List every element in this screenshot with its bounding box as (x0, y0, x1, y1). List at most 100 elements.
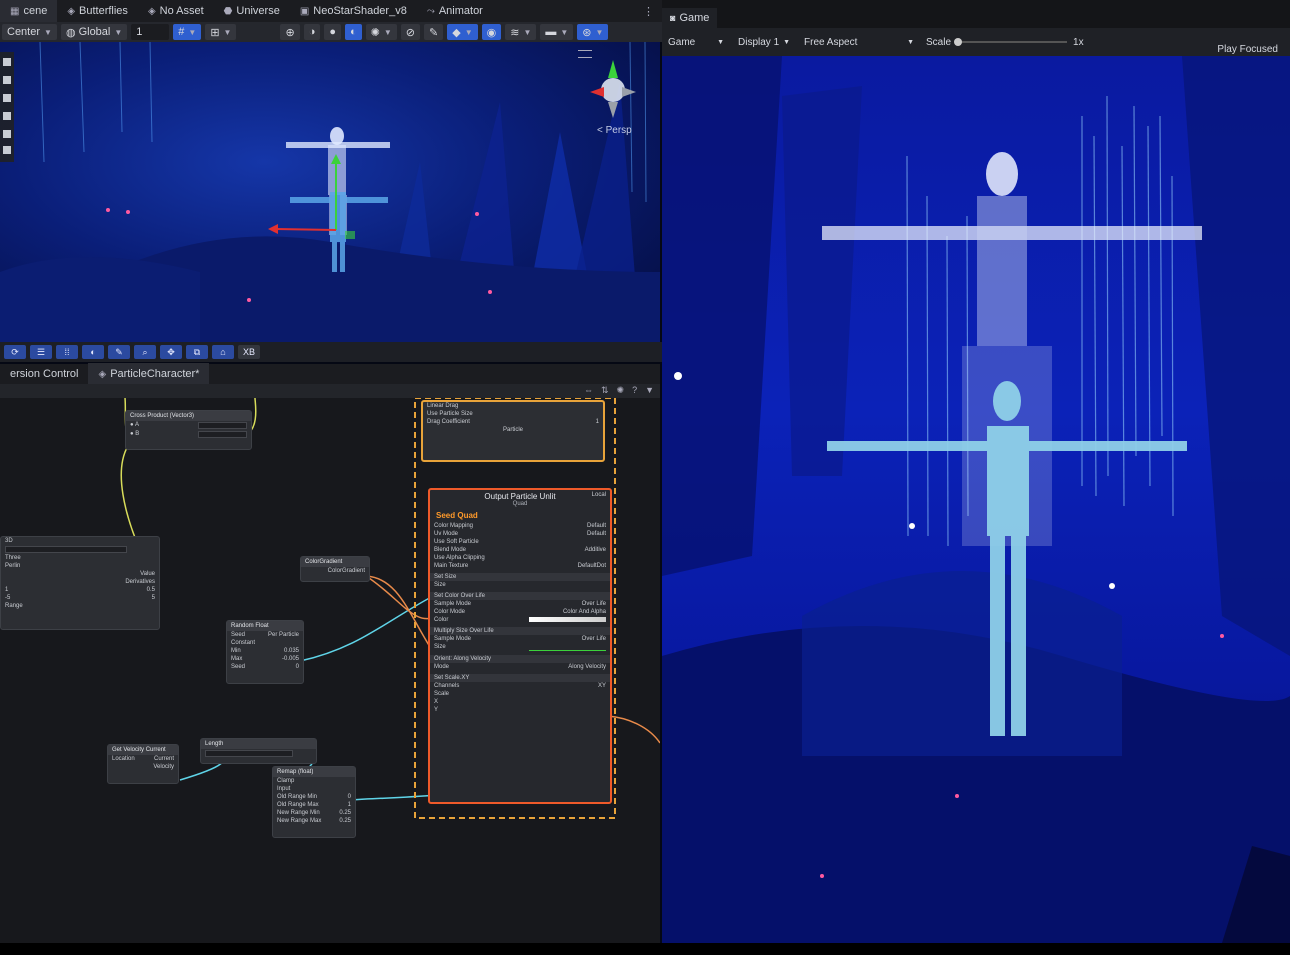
play-mode-dropdown[interactable]: Play Focused (1205, 44, 1290, 55)
color-gradient-node[interactable]: ColorGradient ColorGradient (300, 556, 370, 582)
home-icon[interactable]: ⌂ (212, 345, 234, 359)
pivot-label: Center (7, 26, 41, 38)
scene-toolbar: Center ▼ ◍ Global ▼ 1 # ▼ ⊞ ▼ ⊕ ◑ ● ◐ ✺ ▼ ⊘ ✎ … (0, 22, 662, 42)
scale-slider[interactable] (954, 38, 1068, 46)
port-out[interactable]: ColorGradient (328, 568, 365, 574)
game-view[interactable] (662, 56, 1290, 943)
scene-fx-button[interactable]: ◆ ▼ (447, 24, 478, 40)
graph-tab-bar: ersion Control ◈ ParticleCharacter* (0, 363, 660, 385)
tab-particle-character[interactable]: ◈ ParticleCharacter* (88, 363, 210, 385)
pivot-dropdown[interactable]: Center ▼ (2, 24, 57, 40)
move-icon[interactable]: ✥ (160, 345, 182, 359)
asset-icon: ⬣ (223, 5, 233, 17)
remap-node[interactable]: Remap (float) Clamp Input Old Range Min 0… (272, 766, 356, 838)
noise-node[interactable]: 3D Three Perlin Value Derivatives 1 0.5 -… (0, 536, 160, 630)
tab-version-control[interactable]: ersion Control (0, 363, 88, 385)
set-color-block[interactable]: Set Color Over Life (434, 593, 485, 599)
random-float-node[interactable]: Random Float Seed Per Particle Constant M… (226, 620, 304, 684)
settings-icon[interactable]: ✺ (617, 385, 625, 396)
camera-dropdown[interactable]: ▬ ▼ (540, 24, 574, 40)
sphere-icon[interactable]: ◐ (82, 345, 104, 359)
port-b[interactable]: ● B (130, 431, 139, 438)
space-dropdown[interactable]: ◍ Global ▼ (60, 24, 128, 40)
game-render (662, 56, 1290, 943)
unity-logo-icon: ◈ (147, 5, 156, 17)
chevron-down-icon: ▼ (523, 27, 532, 37)
wire-sphere-icon: ◑ (308, 26, 316, 38)
vector-field[interactable] (205, 750, 293, 757)
snap-increment-button[interactable]: ⊞ ▼ (205, 24, 237, 40)
visibility-button[interactable]: ◉ (481, 24, 502, 40)
tab-no-asset[interactable]: ◈ No Asset (138, 0, 214, 22)
game-mode-dropdown[interactable]: Game ▼ (662, 37, 730, 48)
type-dropdown[interactable] (5, 546, 127, 553)
update-context[interactable]: Linear Drag Use Particle Size Drag Coeff… (421, 400, 605, 462)
scene-view[interactable]: < Persp (0, 42, 660, 342)
monitor-bezel (0, 943, 1290, 955)
wireframe-button[interactable]: ◑ (303, 24, 321, 40)
vector-field[interactable] (198, 422, 247, 429)
effects-button[interactable]: ✎ (424, 24, 444, 40)
local-toggle[interactable]: Local (592, 492, 606, 498)
gizmos-dropdown[interactable]: ⊛ ▼ (577, 24, 609, 40)
vfx-graph-canvas[interactable]: Cross Product (Vector3) ● A ● B 3D Three… (0, 398, 660, 943)
set-scale-block[interactable]: Set Scale.XY (434, 675, 469, 681)
tab-game[interactable]: ◙ Game (662, 8, 718, 28)
brush-icon[interactable]: ✎ (108, 345, 130, 359)
compile-icon[interactable]: ⇅ (601, 385, 609, 396)
layers-dropdown[interactable]: ≋ ▼ (505, 24, 537, 40)
grid-snap-button[interactable]: # ▼ (173, 24, 202, 40)
tab-neostarshader[interactable]: ▣ NeoStarShader_v8 (290, 0, 417, 22)
orientation-gizmo (590, 60, 636, 118)
gizmo-icon: ⊛ (582, 26, 592, 39)
chevron-down-icon: ▼ (717, 38, 724, 46)
tab-scene[interactable]: ▦ cene (0, 0, 58, 22)
get-velocity-node[interactable]: Get Velocity Current Location Current Vel… (107, 744, 179, 784)
camera-icon: ▬ (545, 26, 557, 38)
chevron-down-icon: ▼ (464, 27, 473, 37)
shaded-sphere-icon: ⊕ (285, 26, 295, 39)
linear-drag-block[interactable]: Linear Drag (427, 403, 458, 409)
grid-value-field[interactable]: 1 (131, 24, 170, 40)
display-dropdown[interactable]: Display 1 ▼ (730, 37, 798, 48)
gradient-swatch[interactable] (528, 617, 606, 622)
search-icon[interactable]: ⌕ (134, 345, 156, 359)
graph-toolbar: ⇔ ⇅ ✺ ? ▼ (0, 384, 660, 398)
animator-icon: ⤳ (426, 5, 435, 17)
port-a[interactable]: ● A (130, 422, 139, 429)
orient-block[interactable]: Orient: Along Velocity (434, 656, 491, 662)
help-icon[interactable]: ? (632, 385, 637, 396)
vector-field[interactable] (198, 431, 247, 438)
chevron-down-icon: ▼ (44, 27, 52, 37)
cross-product-node[interactable]: Cross Product (Vector3) ● A ● B (125, 410, 252, 450)
tab-menu-icon[interactable]: ⋮ (635, 5, 662, 18)
length-node[interactable]: Length (200, 738, 317, 764)
projection-label[interactable]: < Persp (597, 125, 632, 136)
grid-icon: # (178, 26, 185, 38)
chevron-down-icon[interactable]: ▼ (645, 385, 654, 396)
xb-button[interactable]: XB (238, 345, 260, 359)
slider-handle[interactable] (954, 38, 963, 46)
context-title: Output Particle Unlit (484, 492, 556, 501)
tab-universe[interactable]: ⬣ Universe (214, 0, 290, 22)
curve-field[interactable] (528, 644, 606, 651)
2d-toggle[interactable]: ⊘ (400, 24, 421, 40)
link-icon[interactable]: ⇔ (584, 385, 593, 396)
overlay-menu-icon[interactable] (578, 50, 592, 58)
list-icon[interactable]: ☰ (30, 345, 52, 359)
effects-icon: ✎ (429, 26, 439, 39)
multiply-size-block[interactable]: Multiply Size Over Life (434, 628, 494, 634)
refresh-icon[interactable]: ⟳ (4, 345, 26, 359)
lighting-button[interactable]: ✺ ▼ (365, 24, 397, 40)
tab-animator[interactable]: ⤳ Animator (417, 0, 493, 22)
chevron-down-icon: ▼ (595, 27, 604, 37)
grid-dots-icon[interactable]: ⁞⁞ (56, 345, 78, 359)
draw-mode-button[interactable]: ⊕ (280, 24, 300, 40)
hierarchy-icon[interactable]: ⧉ (186, 345, 208, 359)
tab-butterflies[interactable]: ◈ Butterflies (57, 0, 138, 22)
shaded-button[interactable]: ● (324, 24, 341, 40)
set-size-block[interactable]: Set Size (434, 574, 456, 580)
aspect-dropdown[interactable]: Free Aspect ▼ (798, 37, 920, 48)
shaded-wire-button[interactable]: ◐ (345, 24, 362, 40)
output-particle-context[interactable]: Output Particle Unlit Quad Local Seed Qu… (428, 488, 612, 804)
